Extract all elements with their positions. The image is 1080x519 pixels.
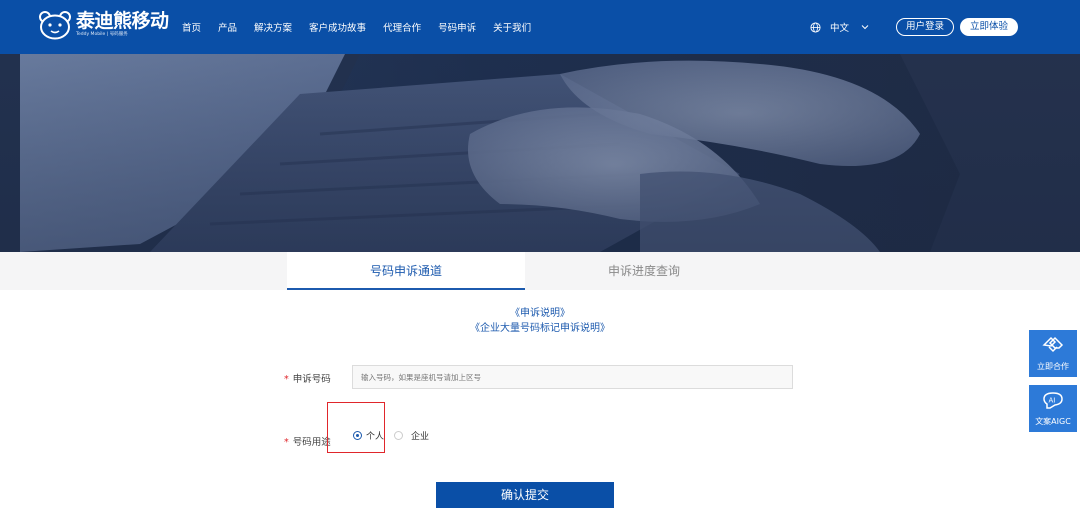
language-selector[interactable]: 中文	[810, 20, 878, 34]
handshake-icon	[1042, 336, 1064, 353]
usage-option-enterprise-label: 企业	[411, 432, 430, 442]
logo-english-name: Teddy Mobile | 号码服务	[76, 32, 128, 37]
radio-unchecked-icon	[394, 431, 403, 440]
confirm-submit-button[interactable]: 确认提交	[436, 482, 614, 508]
tab-appeal-progress-query[interactable]: 申诉进度查询	[525, 252, 763, 290]
globe-icon	[810, 21, 821, 33]
appeal-notes: 《申诉说明》 《企业大量号码标记申诉说明》	[0, 306, 1080, 336]
nav-item-products[interactable]: 产品	[218, 20, 237, 34]
hero-banner-image	[0, 54, 1080, 252]
nav-item-agency[interactable]: 代理合作	[383, 20, 421, 34]
phone-number-input[interactable]	[352, 365, 793, 389]
number-usage-label: * 号码用途	[284, 437, 331, 448]
user-login-button[interactable]: 用户登录	[895, 18, 954, 36]
required-mark: *	[284, 437, 289, 448]
annotation-highlight-box	[327, 402, 385, 453]
nav-item-success-stories[interactable]: 客户成功故事	[309, 20, 366, 34]
tab-number-appeal-channel[interactable]: 号码申诉通道	[287, 252, 525, 290]
aigc-copy-float-button[interactable]: AI 文案AIGC	[1029, 385, 1077, 432]
ai-robot-icon: AI	[1043, 392, 1063, 409]
aigc-copy-label: 文案AIGC	[1035, 417, 1071, 426]
language-label: 中文	[829, 23, 849, 34]
appeal-instructions-link[interactable]: 《申诉说明》	[0, 306, 1080, 321]
nav-item-solutions[interactable]: 解决方案	[254, 20, 292, 34]
nav-item-about[interactable]: 关于我们	[493, 20, 531, 34]
usage-radio-enterprise[interactable]: 企业	[394, 429, 429, 442]
main-nav: 首页 产品 解决方案 客户成功故事 代理合作 号码申诉 关于我们	[182, 0, 548, 54]
teddy-bear-icon	[38, 10, 72, 40]
cooperate-now-float-button[interactable]: 立即合作	[1029, 330, 1077, 377]
appeal-tabbar: 号码申诉通道 申诉进度查询	[0, 252, 1080, 290]
nav-item-home[interactable]: 首页	[182, 20, 201, 34]
nav-item-number-appeal[interactable]: 号码申诉	[438, 20, 476, 34]
enterprise-bulk-appeal-link[interactable]: 《企业大量号码标记申诉说明》	[0, 321, 1080, 336]
svg-text:AI: AI	[1049, 397, 1056, 405]
brand-logo[interactable]: 泰迪熊移动 Teddy Mobile | 号码服务	[38, 10, 169, 44]
cooperate-now-label: 立即合作	[1037, 362, 1069, 371]
required-mark: *	[284, 374, 289, 385]
logo-chinese-name: 泰迪熊移动	[76, 10, 169, 32]
phone-number-label: * 申诉号码	[284, 374, 331, 385]
try-now-button[interactable]: 立即体验	[959, 18, 1018, 36]
chevron-down-icon	[861, 25, 869, 30]
top-header: 泰迪熊移动 Teddy Mobile | 号码服务 首页 产品 解决方案 客户成…	[0, 0, 1080, 54]
